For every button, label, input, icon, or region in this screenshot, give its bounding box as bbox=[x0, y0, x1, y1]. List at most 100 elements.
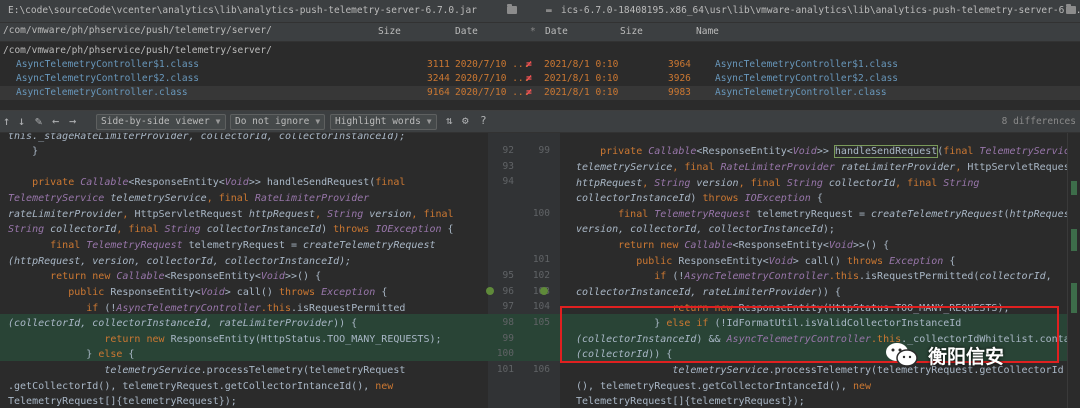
left-line-number: 97 bbox=[502, 301, 514, 312]
code-line: final TelemetryRequest telemetryRequest … bbox=[576, 209, 1067, 220]
size-column-header[interactable]: Size bbox=[378, 26, 401, 37]
left-file-date: 2020/7/10 ... bbox=[455, 87, 530, 98]
right-file-size: 3926 bbox=[668, 73, 691, 84]
code-line: TelemetryRequest[]{telemetryRequest}); bbox=[8, 396, 237, 407]
diff-toolbar: ↑ ↓ ✎ ← → Side-by-side viewer ▼ Do not ig… bbox=[0, 111, 1080, 133]
directory-path: /com/vmware/ph/phservice/push/telemetry/… bbox=[3, 25, 272, 36]
diff-marker[interactable] bbox=[1071, 181, 1077, 195]
file-table: /com/vmware/ph/phservice/push/telemetry/… bbox=[0, 42, 1080, 102]
code-line: (), telemetryRequest.getCollectorIntance… bbox=[576, 381, 872, 392]
code-line: return new Callable<ResponseEntity<Void>… bbox=[8, 271, 322, 282]
left-line-number: 98 bbox=[502, 317, 514, 328]
left-file-date: 2020/7/10 ... bbox=[455, 59, 530, 70]
left-file-size: 9164 bbox=[427, 87, 450, 98]
right-code-editor[interactable]: private Callable<ResponseEntity<Void>> h… bbox=[560, 133, 1067, 408]
left-line-number: 100 bbox=[496, 348, 514, 359]
code-line: private Callable<ResponseEntity<Void>> h… bbox=[576, 145, 1067, 158]
right-file-date: 2021/8/1 0:10 bbox=[544, 59, 619, 70]
directory-row[interactable]: /com/vmware/ph/phservice/push/telemetry/… bbox=[0, 44, 1080, 58]
table-row-selected[interactable]: AsyncTelemetryController.class 9164 2020… bbox=[0, 86, 1080, 100]
viewer-select[interactable]: Side-by-side viewer ▼ bbox=[96, 114, 226, 130]
ignore-select[interactable]: Do not ignore ▼ bbox=[230, 114, 326, 130]
date-column-header[interactable]: Date bbox=[455, 26, 478, 37]
diff-scroll-stripe[interactable] bbox=[1067, 133, 1080, 408]
left-code-editor[interactable]: this._stageRateLimiterProvider, collecto… bbox=[0, 133, 488, 408]
sort-indicator-icon: * bbox=[530, 26, 536, 37]
override-marker-icon bbox=[486, 287, 494, 295]
right-file-name: AsyncTelemetryController.class bbox=[715, 87, 887, 98]
left-line-number: 94 bbox=[502, 176, 514, 187]
code-line: public ResponseEntity<Void> call() throw… bbox=[8, 287, 388, 298]
code-line: TelemetryService telemetryService, final… bbox=[8, 193, 370, 204]
code-line: (httpRequest, version, collectorId, coll… bbox=[8, 256, 352, 267]
table-row[interactable]: AsyncTelemetryController$2.class 3244 20… bbox=[0, 72, 1080, 86]
lock-icon: ▬ bbox=[546, 5, 552, 16]
name-column-header[interactable]: /com/vmware/ph/phservice/push/telemetry/… bbox=[3, 25, 272, 36]
left-file-size: 3111 bbox=[427, 59, 450, 70]
diff-marker[interactable] bbox=[1071, 283, 1077, 313]
code-line: if (!AsyncTelemetryController.this.isReq… bbox=[576, 271, 1052, 282]
right-file-date: 2021/8/1 0:10 bbox=[544, 73, 619, 84]
right-file-name: AsyncTelemetryController$1.class bbox=[715, 59, 899, 70]
code-line: return new ResponseEntity(HttpStatus.TOO… bbox=[8, 334, 442, 345]
code-line: } bbox=[8, 146, 39, 157]
code-line: telemetryService.processTelemetry(teleme… bbox=[8, 365, 406, 376]
arrow-right-icon[interactable]: → bbox=[69, 114, 76, 128]
path-bar: E:\code\sourceCode\vcenter\analytics\lib… bbox=[0, 0, 1080, 23]
column-header: /com/vmware/ph/phservice/push/telemetry/… bbox=[0, 23, 1080, 42]
code-line: .getCollectorId(), telemetryRequest.getC… bbox=[8, 381, 394, 392]
right-line-number: 106 bbox=[532, 364, 550, 375]
highlight-select[interactable]: Highlight words ▼ bbox=[330, 114, 437, 130]
chevron-down-icon: ▼ bbox=[315, 117, 321, 126]
arrow-down-icon[interactable]: ↓ bbox=[18, 114, 25, 128]
code-line: version, collectorId, collectorInstanceI… bbox=[576, 224, 835, 235]
folder-icon[interactable] bbox=[507, 4, 517, 14]
right-line-number: 99 bbox=[538, 145, 550, 156]
code-line: collectorInstanceId) throws IOException … bbox=[576, 193, 823, 204]
code-line: public ResponseEntity<Void> call() throw… bbox=[576, 256, 956, 267]
table-splitter[interactable] bbox=[0, 100, 1080, 111]
right-file-size: 9983 bbox=[668, 87, 691, 98]
code-line: rateLimiterProvider, HttpServletRequest … bbox=[8, 209, 454, 220]
edit-icon[interactable]: ✎ bbox=[35, 114, 42, 128]
diff-marker[interactable] bbox=[1071, 229, 1077, 251]
code-line: telemetryService, final RateLimiterProvi… bbox=[576, 162, 1067, 173]
folder-icon[interactable] bbox=[1066, 4, 1076, 14]
left-line-number: 93 bbox=[502, 161, 514, 172]
chevron-down-icon: ▼ bbox=[215, 117, 221, 126]
table-row[interactable]: AsyncTelemetryController$1.class 3111 20… bbox=[0, 58, 1080, 72]
chevron-down-icon: ▼ bbox=[426, 117, 432, 126]
right-size-column-header[interactable]: Size bbox=[620, 26, 643, 37]
viewer-select-label: Side-by-side viewer bbox=[101, 116, 210, 127]
right-name-column-header[interactable]: Name bbox=[696, 26, 719, 37]
code-line: private Callable<ResponseEntity<Void>> h… bbox=[8, 177, 406, 188]
code-line: httpRequest, String version, final Strin… bbox=[576, 178, 980, 189]
code-line: return new Callable<ResponseEntity<Void>… bbox=[576, 240, 890, 251]
left-jar-path: E:\code\sourceCode\vcenter\analytics\lib… bbox=[8, 5, 477, 16]
right-line-number: 100 bbox=[532, 208, 550, 219]
code-line: } else { bbox=[8, 349, 135, 360]
code-line: (collectorId, collectorInstanceId, rateL… bbox=[8, 318, 358, 329]
wechat-logo-icon bbox=[886, 343, 918, 367]
left-line-number: 92 bbox=[502, 145, 514, 156]
left-file-size: 3244 bbox=[427, 73, 450, 84]
code-line: collectorInstanceId, rateLimiterProvider… bbox=[576, 287, 841, 298]
right-line-number: 104 bbox=[532, 301, 550, 312]
highlight-select-label: Highlight words bbox=[335, 116, 421, 127]
help-icon[interactable]: ? bbox=[480, 114, 487, 127]
left-line-number: 101 bbox=[496, 364, 514, 375]
code-line: this._stageRateLimiterProvider, collecto… bbox=[8, 133, 406, 142]
left-file-name: AsyncTelemetryController.class bbox=[16, 87, 188, 98]
arrow-left-icon[interactable]: ← bbox=[52, 114, 59, 128]
left-file-name: AsyncTelemetryController$1.class bbox=[16, 59, 200, 70]
right-jar-path: ics-6.7.0-18408195.x86_64\usr\lib\vmware… bbox=[561, 5, 1080, 16]
right-line-number: 101 bbox=[532, 254, 550, 265]
code-line: TelemetryRequest[]{telemetryRequest}); bbox=[576, 396, 805, 407]
left-file-date: 2020/7/10 ... bbox=[455, 73, 530, 84]
arrow-up-icon[interactable]: ↑ bbox=[3, 114, 10, 128]
right-line-number: 105 bbox=[532, 317, 550, 328]
settings-gear-icon[interactable]: ⚙ bbox=[462, 114, 469, 127]
right-date-column-header[interactable]: Date bbox=[545, 26, 568, 37]
code-line: String collectorId, final String collect… bbox=[8, 224, 454, 235]
sync-scroll-icon[interactable]: ⇅ bbox=[446, 114, 453, 127]
